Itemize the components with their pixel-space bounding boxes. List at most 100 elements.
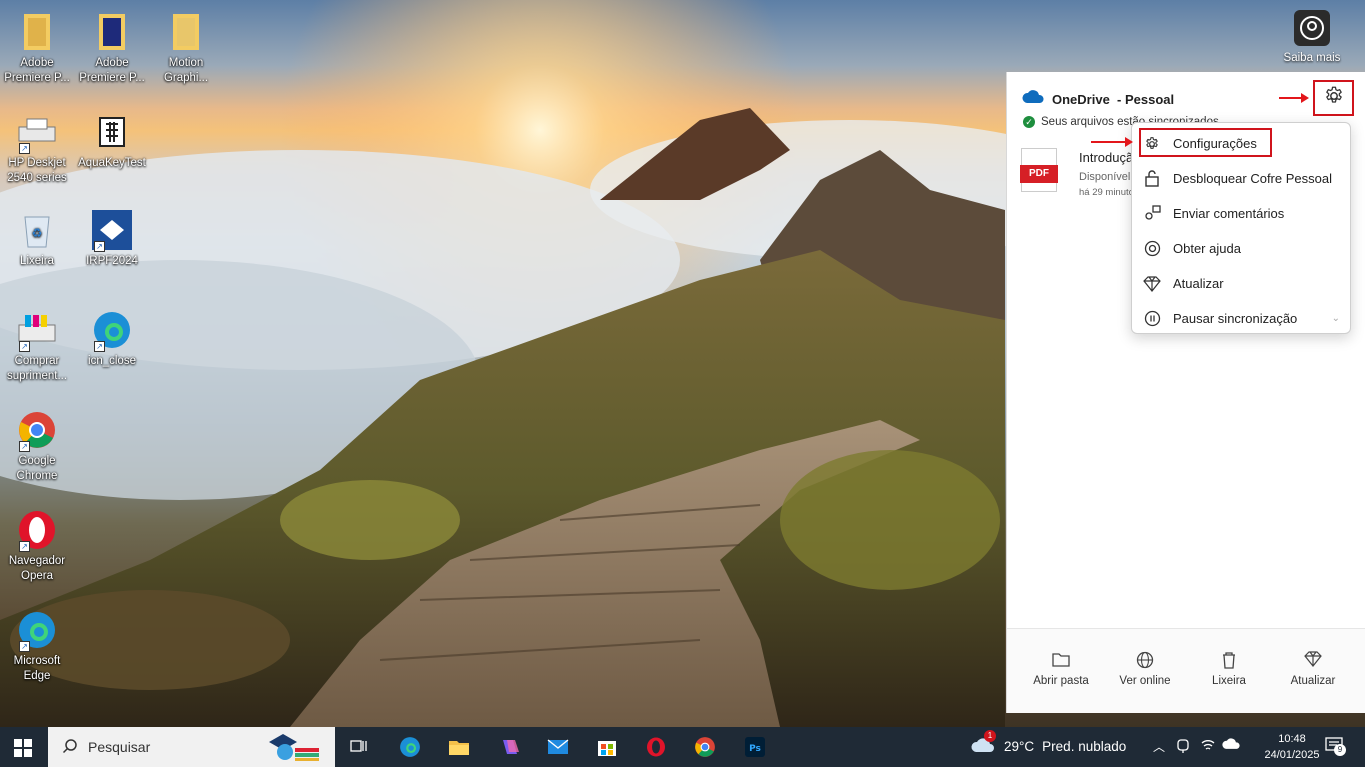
desktop-icon-adobe-premiere-1[interactable]: Adobe Premiere P... (1, 10, 73, 86)
weather-desc: Pred. nublado (1042, 739, 1127, 754)
svg-text:♻: ♻ (32, 226, 43, 240)
upgrade-button[interactable]: Atualizar (1271, 651, 1355, 687)
camera-icon (1294, 10, 1330, 46)
menu-item-atualizar[interactable]: Atualizar (1132, 266, 1350, 301)
store-icon[interactable] (594, 735, 620, 759)
irpf-icon: ↗ (90, 208, 134, 252)
onedrive-header: OneDrive - Pessoal (1022, 90, 1174, 109)
desktop-icon-adobe-premiere-2[interactable]: Adobe Premiere P... (76, 10, 148, 86)
desktop-icon-aquakeytest[interactable]: AquaKeyTest (76, 110, 148, 171)
open-folder-button[interactable]: Abrir pasta (1019, 651, 1103, 687)
onedrive-cloud-icon (1022, 90, 1044, 109)
notification-center-button[interactable]: 9 (1325, 736, 1346, 757)
desktop-icon-label: Navegador Opera (8, 555, 66, 582)
arrow-to-gear (1279, 93, 1309, 103)
file-explorer-icon[interactable] (446, 735, 472, 759)
taskbar-clock[interactable]: 10:48 24/01/2025 (1262, 731, 1322, 763)
taskbar-search-box[interactable]: Pesquisar (48, 727, 335, 767)
desktop-icon-label: HP Deskjet 2540 series (7, 157, 67, 184)
pause-icon (1143, 310, 1161, 328)
meet-now-icon[interactable] (1176, 738, 1190, 757)
search-icon (62, 738, 78, 757)
menu-item-desbloquear-cofre[interactable]: Desbloquear Cofre Pessoal (1132, 161, 1350, 196)
weather-widget[interactable]: 1 29°C Pred. nublado (970, 730, 1127, 757)
desktop-icon-navegador-opera[interactable]: ↗ Navegador Opera (1, 508, 73, 584)
onedrive-footer: Abrir pasta Ver online Lixeira Atualizar (1007, 628, 1365, 713)
desktop-icon-label: Adobe Premiere P... (4, 57, 70, 84)
recycle-bin-icon: ♻ (15, 208, 59, 252)
desktop-icon-google-chrome[interactable]: ↗ Google Chrome (1, 408, 73, 484)
edge-icon: ↗ (15, 608, 59, 652)
check-icon: ✓ (1023, 116, 1035, 128)
edge-icon: ↗ (90, 308, 134, 352)
wifi-icon[interactable] (1200, 738, 1216, 755)
desktop-icon-label: IRPF2024 (86, 255, 138, 267)
onedrive-tray-icon[interactable] (1222, 738, 1240, 753)
clock-time: 10:48 (1278, 733, 1306, 745)
desktop-icon-label: Google Chrome (16, 455, 58, 482)
folder-icon (15, 10, 59, 54)
saiba-mais-button[interactable]: Saiba mais (1282, 10, 1342, 64)
chrome-icon: ↗ (15, 408, 59, 452)
app-icon (90, 110, 134, 154)
opera-icon: ↗ (15, 508, 59, 552)
windows-logo-icon (14, 739, 32, 757)
folder-icon (1019, 651, 1103, 669)
notification-icon: 9 (1325, 736, 1346, 757)
menu-item-enviar-comentarios[interactable]: Enviar comentários (1132, 196, 1350, 231)
lock-icon (1143, 170, 1161, 188)
clock-date: 24/01/2025 (1264, 749, 1320, 761)
desktop-icon-label: icn_close (88, 355, 136, 367)
globe-icon (1103, 651, 1187, 669)
windows-start-button[interactable] (14, 739, 32, 757)
weather-alert-badge: 1 (984, 730, 996, 742)
help-icon (1143, 240, 1161, 258)
chevron-down-icon: ⌄ (1331, 313, 1340, 324)
recycle-bin-button[interactable]: Lixeira (1187, 651, 1271, 687)
desktop-icon-label: AquaKeyTest (78, 157, 146, 169)
taskbar: Pesquisar Ps 1 29°C Pred. nublado ︿ 10:4… (0, 727, 1365, 767)
menu-item-obter-ajuda[interactable]: Obter ajuda (1132, 231, 1350, 266)
onedrive-title: OneDrive - Pessoal (1052, 92, 1175, 107)
pdf-icon: PDF (1020, 148, 1058, 192)
view-online-button[interactable]: Ver online (1103, 651, 1187, 687)
notification-count: 9 (1334, 744, 1346, 756)
trash-icon (1187, 651, 1271, 669)
recent-file-item[interactable]: PDF Introdução Disponível há 29 minutos (1020, 148, 1140, 198)
desktop-icon-motion-graphics[interactable]: Motion Graphi... (150, 10, 222, 86)
chrome-icon[interactable] (692, 735, 718, 759)
copilot-icon[interactable] (497, 735, 523, 759)
gear-icon (1323, 85, 1345, 112)
arrow-to-configuracoes (1091, 137, 1133, 147)
settings-gear-button[interactable] (1313, 80, 1354, 116)
search-highlight-icon (265, 730, 323, 765)
printer-icon: ↗ (15, 110, 59, 154)
highlight-box (1139, 128, 1272, 157)
cloud-icon: 1 (970, 730, 996, 757)
feedback-icon (1143, 205, 1161, 223)
chevron-up-icon[interactable]: ︿ (1153, 738, 1165, 755)
desktop-icon-label: Motion Graphi... (163, 57, 209, 84)
desktop-icon-comprar-suprimentos[interactable]: ↗ Comprar supriment... (1, 308, 73, 384)
desktop-icon-icn-close[interactable]: ↗ icn_close (76, 308, 148, 369)
desktop-icon-microsoft-edge[interactable]: ↗ Microsoft Edge (1, 608, 73, 684)
mail-icon[interactable] (545, 735, 571, 759)
desktop-icon-hp-deskjet[interactable]: ↗ HP Deskjet 2540 series (1, 110, 73, 186)
edge-icon[interactable] (397, 735, 423, 759)
diamond-icon (1143, 275, 1161, 293)
photoshop-icon[interactable]: Ps (742, 735, 768, 759)
folder-icon (90, 10, 134, 54)
desktop-icon-lixeira[interactable]: ♻ Lixeira (1, 208, 73, 269)
opera-icon[interactable] (643, 735, 669, 759)
saiba-mais-label: Saiba mais (1283, 52, 1341, 64)
desktop-icon-label: Comprar supriment... (6, 355, 68, 382)
task-view-icon[interactable] (346, 735, 372, 759)
menu-item-pausar-sincronizacao[interactable]: Pausar sincronização ⌄ (1132, 301, 1350, 336)
weather-temp: 29°C (1004, 739, 1035, 754)
printer-icon: ↗ (15, 308, 59, 352)
search-placeholder: Pesquisar (88, 739, 151, 755)
desktop-icon-label: Lixeira (20, 255, 54, 267)
folder-icon (164, 10, 208, 54)
desktop-icon-irpf2024[interactable]: ↗ IRPF2024 (76, 208, 148, 269)
diamond-icon (1271, 651, 1355, 669)
